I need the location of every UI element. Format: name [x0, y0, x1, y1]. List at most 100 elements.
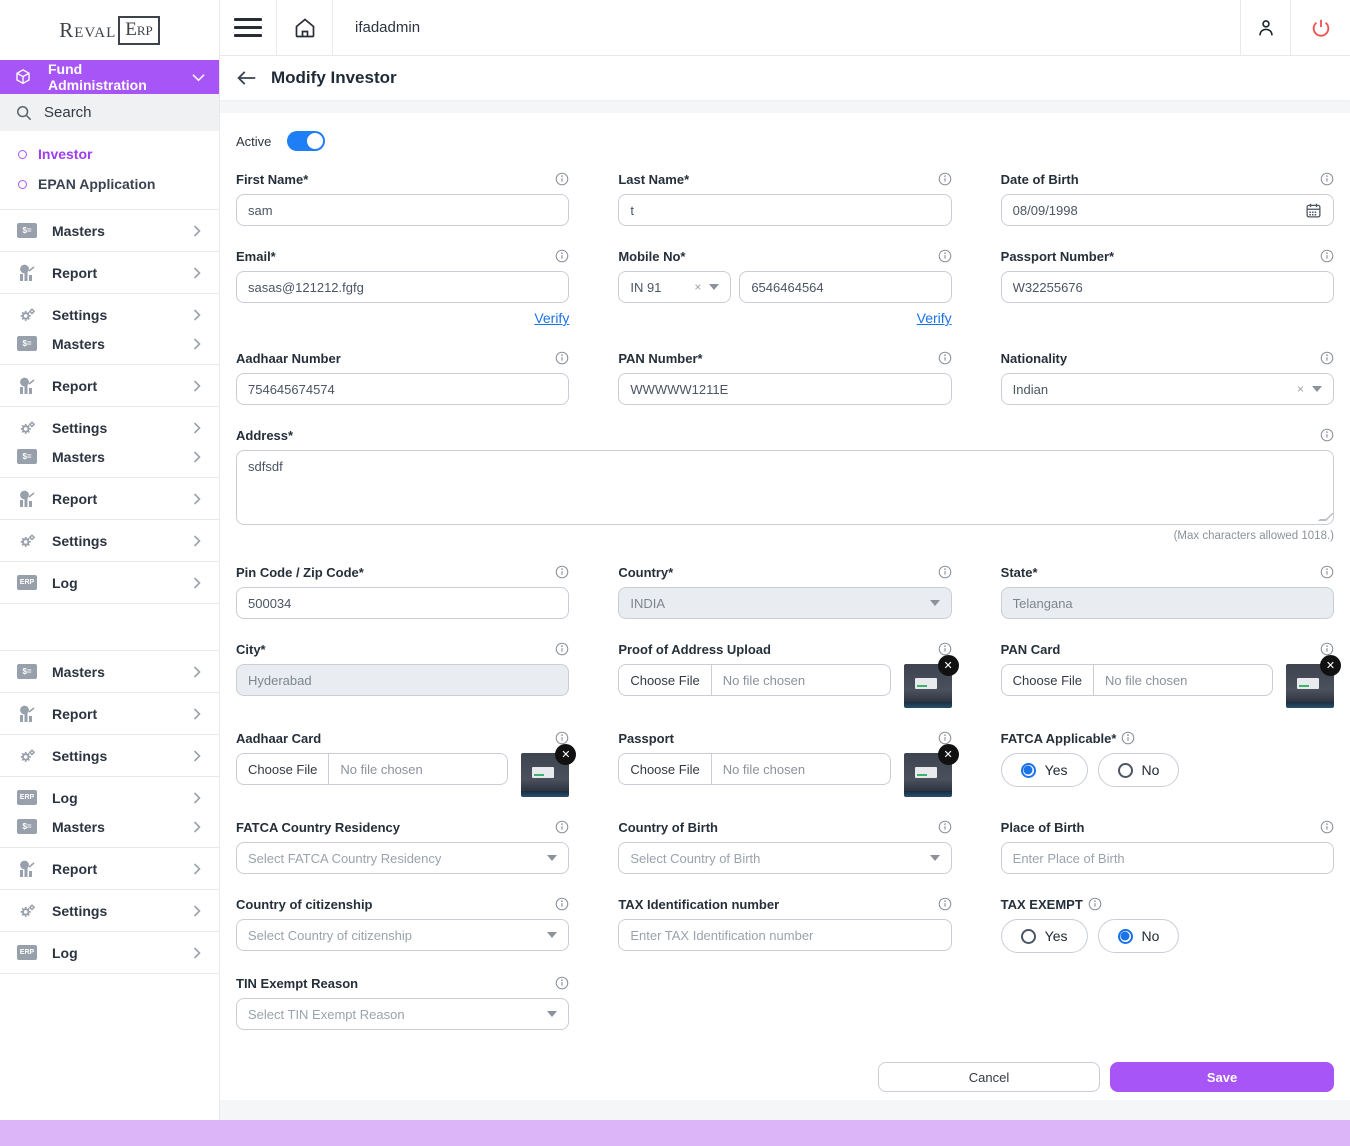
sidebar-item-report[interactable]: Report — [0, 371, 219, 400]
calendar-icon[interactable] — [1305, 202, 1322, 219]
sidebar-item-investor[interactable]: Investor — [0, 139, 219, 169]
first-name-input[interactable]: sam — [236, 194, 569, 226]
remove-upload-icon[interactable]: ✕ — [555, 744, 576, 765]
address-textarea[interactable]: sdfsdf — [236, 450, 1334, 525]
clear-selection-icon[interactable]: × — [1297, 382, 1304, 396]
back-button[interactable] — [236, 69, 257, 87]
module-selector[interactable]: Fund Administration — [0, 60, 219, 94]
choose-file-button[interactable]: Choose File — [1002, 665, 1094, 695]
choose-file-button[interactable]: Choose File — [237, 754, 329, 784]
sidebar-item-report[interactable]: Report — [0, 258, 219, 287]
passport-upload-file-input[interactable]: Choose FileNo file chosen — [618, 753, 890, 785]
fatca-applicable-radio-no[interactable]: No — [1098, 753, 1180, 787]
place-of-birth-input[interactable]: Enter Place of Birth — [1001, 842, 1334, 874]
info-icon[interactable] — [938, 820, 952, 834]
sidebar-item-report[interactable]: Report — [0, 484, 219, 513]
cancel-button[interactable]: Cancel — [878, 1062, 1100, 1092]
sidebar-item-settings[interactable]: Settings — [0, 896, 219, 925]
date-of-birth-input[interactable]: 08/09/1998 — [1001, 194, 1334, 226]
info-icon[interactable] — [555, 897, 569, 911]
aadhaar-card-preview-thumbnail[interactable]: ✕ — [521, 753, 569, 797]
info-icon[interactable] — [555, 172, 569, 186]
pan-number-input[interactable]: WWWWW1211E — [618, 373, 951, 405]
info-icon[interactable] — [938, 172, 952, 186]
choose-file-button[interactable]: Choose File — [619, 754, 711, 784]
sidebar-item-log[interactable]: ERPLog — [0, 783, 219, 812]
sidebar-item-masters[interactable]: $=Masters — [0, 657, 219, 686]
info-icon[interactable] — [555, 249, 569, 263]
info-icon[interactable] — [1088, 897, 1102, 911]
sidebar-item-log[interactable]: ERPLog — [0, 568, 219, 597]
sidebar-item-masters[interactable]: $=Masters — [0, 812, 219, 841]
info-icon[interactable] — [938, 897, 952, 911]
resize-handle[interactable] — [1318, 513, 1334, 521]
clear-selection-icon[interactable]: × — [694, 280, 701, 294]
fatca-applicable-radio-yes[interactable]: Yes — [1001, 753, 1088, 787]
info-icon[interactable] — [1320, 565, 1334, 579]
mobile-no-country-select[interactable]: IN 91× — [618, 271, 731, 303]
pan-card-preview-thumbnail[interactable]: ✕ — [1286, 664, 1334, 708]
passport-upload-preview-thumbnail[interactable]: ✕ — [904, 753, 952, 797]
remove-upload-icon[interactable]: ✕ — [938, 744, 959, 765]
sidebar-item-settings[interactable]: Settings — [0, 741, 219, 770]
info-icon[interactable] — [938, 642, 952, 656]
info-icon[interactable] — [555, 731, 569, 745]
sidebar-item-masters[interactable]: $=Masters — [0, 442, 219, 471]
mobile-no-verify-link[interactable]: Verify — [917, 310, 952, 328]
info-icon[interactable] — [555, 642, 569, 656]
pan-card-file-input[interactable]: Choose FileNo file chosen — [1001, 664, 1273, 696]
tax-exempt-radio-yes[interactable]: Yes — [1001, 919, 1088, 953]
aadhaar-card-file-input[interactable]: Choose FileNo file chosen — [236, 753, 508, 785]
country-of-citizenship-select[interactable]: Select Country of citizenship — [236, 919, 569, 951]
sidebar-item-report[interactable]: Report — [0, 854, 219, 883]
sidebar-item-report[interactable]: Report — [0, 699, 219, 728]
brand-logo[interactable]: RevalErp — [0, 0, 219, 60]
country-of-birth-select[interactable]: Select Country of Birth — [618, 842, 951, 874]
info-icon[interactable] — [938, 249, 952, 263]
active-toggle[interactable] — [287, 131, 325, 151]
info-icon[interactable] — [938, 565, 952, 579]
passport-number-input[interactable]: W32255676 — [1001, 271, 1334, 303]
info-icon[interactable] — [1320, 172, 1334, 186]
sidebar-search-input[interactable]: Search — [0, 94, 219, 131]
save-button[interactable]: Save — [1110, 1062, 1334, 1092]
info-icon[interactable] — [1320, 428, 1334, 442]
tax-identification-number-input[interactable]: Enter TAX Identification number — [618, 919, 951, 951]
sidebar-item-masters[interactable]: $=Masters — [0, 216, 219, 245]
last-name-input[interactable]: t — [618, 194, 951, 226]
info-icon[interactable] — [1121, 731, 1135, 745]
remove-upload-icon[interactable]: ✕ — [938, 655, 959, 676]
sidebar-item-epan-application[interactable]: EPAN Application — [0, 169, 219, 199]
info-icon[interactable] — [1320, 642, 1334, 656]
proof-of-address-file-input[interactable]: Choose FileNo file chosen — [618, 664, 890, 696]
tax-exempt-radio-no[interactable]: No — [1098, 919, 1180, 953]
sidebar-item-settings[interactable]: Settings — [0, 526, 219, 555]
remove-upload-icon[interactable]: ✕ — [1320, 655, 1341, 676]
sidebar-item-settings[interactable]: Settings — [0, 300, 219, 329]
info-icon[interactable] — [1320, 249, 1334, 263]
info-icon[interactable] — [555, 351, 569, 365]
tin-exempt-reason-select[interactable]: Select TIN Exempt Reason — [236, 998, 569, 1030]
choose-file-button[interactable]: Choose File — [619, 665, 711, 695]
menu-toggle-button[interactable] — [220, 0, 277, 55]
home-button[interactable] — [277, 0, 333, 55]
info-icon[interactable] — [1320, 351, 1334, 365]
nationality-select[interactable]: Indian× — [1001, 373, 1334, 405]
info-icon[interactable] — [1320, 820, 1334, 834]
profile-button[interactable] — [1240, 0, 1290, 55]
sidebar-item-log[interactable]: ERPLog — [0, 938, 219, 967]
email-input[interactable]: sasas@121212.fgfg — [236, 271, 569, 303]
info-icon[interactable] — [938, 351, 952, 365]
info-icon[interactable] — [555, 565, 569, 579]
proof-of-address-preview-thumbnail[interactable]: ✕ — [904, 664, 952, 708]
logout-button[interactable] — [1290, 0, 1350, 55]
email-verify-link[interactable]: Verify — [534, 310, 569, 328]
sidebar-item-masters[interactable]: $=Masters — [0, 329, 219, 358]
info-icon[interactable] — [555, 976, 569, 990]
info-icon[interactable] — [938, 731, 952, 745]
info-icon[interactable] — [555, 820, 569, 834]
fatca-country-residency-select[interactable]: Select FATCA Country Residency — [236, 842, 569, 874]
mobile-no-input[interactable]: 6546464564 — [739, 271, 951, 303]
pin-code-input[interactable]: 500034 — [236, 587, 569, 619]
sidebar-item-settings[interactable]: Settings — [0, 413, 219, 442]
